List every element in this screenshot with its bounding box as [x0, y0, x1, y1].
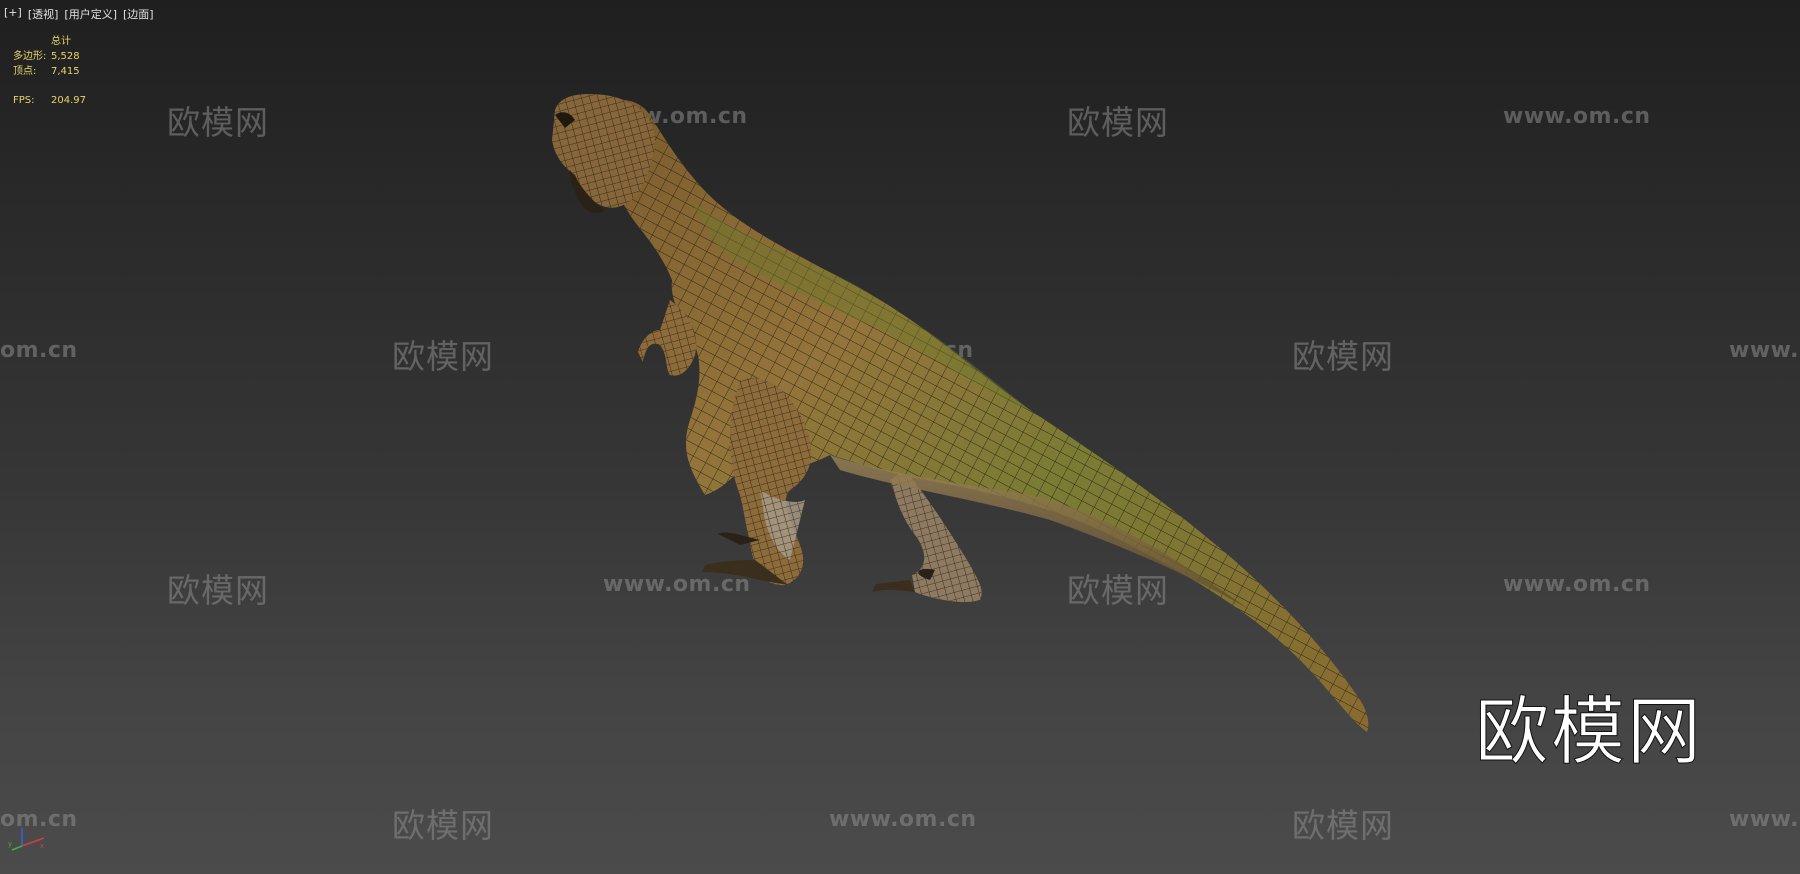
viewport-shading-menu[interactable]: [边面]: [123, 6, 154, 22]
polygons-value: 5,528: [51, 51, 80, 62]
vertices-value: 7,415: [51, 66, 80, 77]
3d-viewport[interactable]: [+] [透视] [用户定义] [边面] 总计 多边形: 5,528 顶点: 7,4…: [0, 0, 1800, 874]
stats-header: 总计: [51, 36, 71, 47]
viewport-view-menu[interactable]: [用户定义]: [64, 6, 117, 22]
svg-text:y: y: [8, 840, 12, 848]
brand-logo: 欧模网: [1475, 689, 1703, 776]
axis-gizmo-icon: x y: [8, 828, 45, 851]
body: [590, 99, 1369, 732]
fps-label: FPS:: [13, 95, 35, 106]
viewport-pov-menu[interactable]: [透视]: [28, 6, 59, 22]
fps-value: 204.97: [51, 95, 86, 106]
vertices-label: 顶点:: [13, 66, 37, 77]
viewport-label-menu: [+] [透视] [用户定义] [边面]: [4, 6, 154, 22]
statistics-overlay: 总计 多边形: 5,528 顶点: 7,415 FPS: 204.97: [13, 34, 86, 108]
svg-text:x: x: [40, 842, 44, 850]
polygons-label: 多边形:: [13, 51, 47, 62]
viewport-plus-menu[interactable]: [+]: [4, 6, 22, 22]
